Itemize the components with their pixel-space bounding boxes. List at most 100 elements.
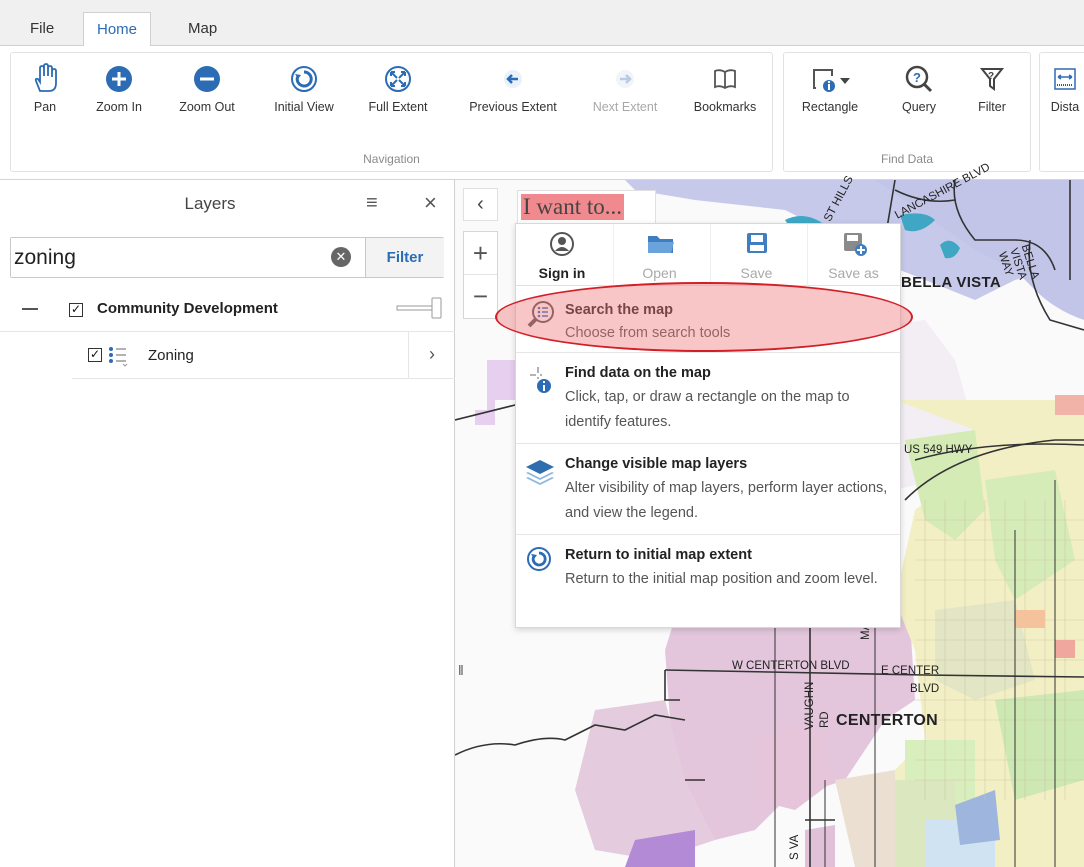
ribbon: Pan Zoom In Zoom Out Initial View Full E…	[0, 46, 1084, 180]
plus-circle-icon	[106, 66, 132, 92]
next-extent-button[interactable]: Next Extent	[581, 61, 669, 131]
navigation-group-label: Navigation	[363, 152, 420, 166]
map-zoom-control: + −	[463, 231, 498, 319]
bookmarks-button[interactable]: Bookmarks	[681, 61, 769, 131]
query-button[interactable]: ? Query	[884, 61, 954, 131]
full-extent-label: Full Extent	[368, 100, 428, 114]
annotation-highlight-ellipse	[495, 282, 913, 352]
sign-in-button[interactable]: Sign in	[516, 224, 608, 286]
svg-text:?: ?	[988, 71, 994, 82]
save-as-label: Save as	[828, 265, 879, 281]
book-icon	[714, 69, 736, 90]
menu-item-find-data-desc: Click, tap, or draw a rectangle on the m…	[565, 389, 850, 430]
open-label: Open	[642, 265, 677, 281]
find-data-group-label: Find Data	[880, 152, 934, 166]
funnel-icon: ?	[979, 68, 1005, 91]
save-button[interactable]: Save	[710, 224, 802, 286]
reset-icon	[527, 547, 551, 571]
i-want-to-label: I want to...	[521, 194, 625, 220]
i-want-to-button[interactable]: I want to...	[517, 190, 656, 224]
layer-checkbox[interactable]: ✓	[88, 348, 102, 362]
save-as-button[interactable]: Save as	[807, 224, 899, 286]
filter-tool-label: Filter	[978, 100, 1006, 114]
arrow-left-icon	[504, 70, 522, 88]
previous-extent-label: Previous Extent	[469, 100, 557, 114]
rectangle-label: Rectangle	[801, 100, 859, 114]
collapse-panel-button[interactable]: ‹	[463, 188, 498, 221]
full-extent-button[interactable]: Full Extent	[359, 61, 437, 131]
navigation-group: Pan Zoom In Zoom Out Initial View Full E…	[10, 52, 773, 172]
map-label-centerton: CENTERTON	[836, 712, 938, 729]
query-label: Query	[901, 100, 937, 114]
find-data-group: Rectangle ? Query ? Filter Find Data	[783, 52, 1031, 172]
menu-item-change-layers[interactable]: Change visible map layers Alter visibili…	[516, 444, 900, 535]
map-label-e-center: E CENTER	[881, 665, 940, 677]
previous-extent-button[interactable]: Previous Extent	[454, 61, 572, 131]
opacity-slider[interactable]	[396, 295, 444, 321]
clear-search-icon[interactable]: ✕	[331, 247, 351, 267]
map-label-us549: US 549 HWY	[904, 444, 973, 456]
layer-search-box: ✕ Filter	[10, 237, 444, 278]
initial-view-button[interactable]: Initial View	[259, 61, 349, 131]
reset-icon	[291, 66, 317, 92]
filter-tool-button[interactable]: ? Filter	[959, 61, 1025, 131]
rectangle-button[interactable]: Rectangle	[786, 61, 874, 131]
group-checkbox[interactable]: ✓	[69, 303, 83, 317]
save-icon	[747, 233, 767, 253]
pan-label: Pan	[33, 100, 57, 114]
menu-item-initial-extent-title: Return to initial map extent	[565, 547, 752, 563]
next-extent-label: Next Extent	[592, 100, 658, 114]
map-zoom-out-button[interactable]: −	[464, 275, 497, 318]
save-as-icon	[844, 233, 867, 256]
layer-search-input[interactable]	[11, 238, 365, 277]
sign-in-label: Sign in	[538, 265, 586, 281]
layers-panel-title: Layers	[184, 194, 236, 213]
minus-circle-icon	[194, 66, 220, 92]
save-label: Save	[740, 265, 773, 281]
menu-item-find-data[interactable]: Find data on the map Click, tap, or draw…	[516, 353, 900, 444]
map-label-bella-vista: BELLA VISTA	[901, 274, 1001, 291]
tab-home[interactable]: Home	[83, 12, 152, 47]
identify-icon	[530, 367, 551, 393]
query-icon: ?	[905, 65, 933, 93]
layer-details-chevron-icon[interactable]: ›	[408, 332, 455, 379]
filter-button[interactable]: Filter	[365, 238, 444, 277]
app-window: File Home Map Pan Zoom In Zoom Out Initi…	[0, 0, 1084, 867]
map-label-s-va: S VA	[789, 834, 801, 860]
menu-item-change-layers-desc: Alter visibility of map layers, perform …	[565, 480, 888, 521]
svg-text:?: ?	[913, 70, 921, 85]
ribbon-tab-bar: File Home Map	[0, 0, 1084, 47]
hand-icon	[34, 63, 57, 92]
panel-close-icon[interactable]: ×	[424, 190, 437, 216]
zoom-in-button[interactable]: Zoom In	[81, 61, 157, 131]
zoom-in-label: Zoom In	[96, 100, 142, 114]
arrow-right-icon	[616, 70, 634, 88]
measure-group: Dista	[1039, 52, 1084, 172]
menu-toolbar: Sign in Open Save Save as	[516, 224, 900, 286]
panel-menu-icon[interactable]: ≡	[366, 192, 378, 215]
pan-button[interactable]: Pan	[13, 61, 77, 131]
rectangle-select-icon	[813, 69, 850, 92]
menu-item-initial-extent[interactable]: Return to initial map extent Return to t…	[516, 535, 900, 627]
map-label-rd: RD	[819, 711, 831, 728]
tab-map[interactable]: Map	[175, 12, 230, 47]
expand-icon	[385, 66, 411, 92]
panel-resize-handle[interactable]: ‖	[458, 662, 466, 686]
open-button[interactable]: Open	[613, 224, 705, 286]
menu-item-initial-extent-desc: Return to the initial map position and z…	[565, 571, 878, 587]
distance-button[interactable]: Dista	[1040, 61, 1084, 131]
map-zoom-in-button[interactable]: +	[464, 232, 497, 275]
layers-icon	[526, 460, 554, 485]
legend-list-icon[interactable]	[107, 345, 131, 367]
zoom-out-button[interactable]: Zoom Out	[168, 61, 246, 131]
initial-view-label: Initial View	[274, 100, 334, 114]
bookmarks-label: Bookmarks	[693, 100, 757, 114]
collapse-group-icon[interactable]	[22, 308, 38, 310]
menu-item-find-data-title: Find data on the map	[565, 365, 711, 381]
map-label-vaughn: VAUGHN	[804, 681, 816, 730]
layer-label: Zoning	[148, 347, 194, 364]
map-label-centerton-blvd: W CENTERTON BLVD	[732, 660, 850, 672]
tab-file[interactable]: File	[17, 12, 67, 47]
user-icon	[550, 232, 574, 256]
group-label: Community Development	[97, 300, 278, 317]
